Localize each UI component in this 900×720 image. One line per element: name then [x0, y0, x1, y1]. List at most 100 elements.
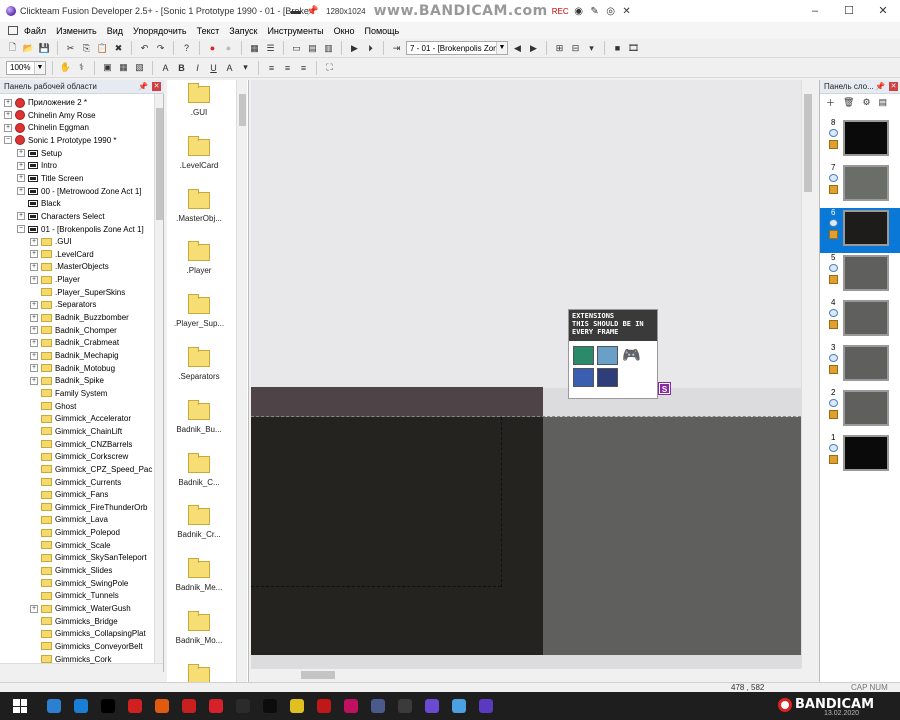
taskbar-app-icon[interactable] [229, 692, 256, 720]
open-icon[interactable]: 📂 [22, 42, 35, 55]
scroll-thumb[interactable] [156, 108, 163, 220]
layer-effects-icon[interactable]: ⚙ [862, 97, 870, 108]
film-icon[interactable]: 🎞 [627, 42, 640, 55]
text-color-icon[interactable]: A [223, 61, 236, 74]
close-recorder-icon[interactable]: ✕ [621, 6, 633, 17]
tree-item[interactable]: + .MasterObjects [30, 260, 109, 273]
layer-row[interactable]: 4 [820, 298, 900, 343]
object-folder-item[interactable]: Badnik_Cr... [171, 505, 227, 539]
tree-item[interactable]: + Приложение 2 * [4, 96, 87, 109]
collapse-icon[interactable]: − [4, 136, 12, 145]
controller-icon[interactable] [597, 368, 618, 387]
grid-icon[interactable]: ⊟ [569, 42, 582, 55]
grid-toggle-icon[interactable]: ▦ [117, 61, 130, 74]
tree-item[interactable]: + Badnik_Spike [30, 374, 104, 387]
workspace-tree[interactable]: + Приложение 2 * + Chinelin Amy Rose + Chinel… [0, 94, 164, 672]
tree-item[interactable]: + .GUI [30, 235, 71, 248]
zoom-options-icon[interactable]: ▾ [585, 42, 598, 55]
visibility-eye-icon[interactable] [829, 174, 838, 182]
tree-item[interactable]: + Characters Select [17, 210, 105, 223]
expand-icon[interactable]: + [30, 364, 38, 373]
menu-file[interactable]: Файл [24, 26, 46, 36]
layer-toggle-icon[interactable]: ▧ [133, 61, 146, 74]
taskbar-app-icon[interactable] [175, 692, 202, 720]
frame-selector[interactable]: 7 - 01 - [Brokenpolis Zon ▼ [406, 41, 508, 55]
snap-icon[interactable]: ▣ [101, 61, 114, 74]
lock-icon[interactable] [829, 140, 838, 149]
expand-icon[interactable]: + [17, 161, 25, 170]
layer-properties-icon[interactable]: ▤ [879, 97, 888, 108]
run-app-icon[interactable]: ⏵ [364, 42, 377, 55]
tree-item[interactable]: + Gimmick_WaterGush [30, 602, 131, 615]
layer-row[interactable]: 8 [820, 118, 900, 163]
taskbar-app-icon[interactable] [472, 692, 499, 720]
gamepad-icon[interactable]: 🎮 [621, 346, 642, 365]
object-folder-item[interactable]: .Player_Sup... [171, 294, 227, 328]
lock-icon[interactable] [829, 185, 838, 194]
lock-icon[interactable] [829, 230, 838, 239]
menu-edit[interactable]: Изменить [56, 26, 97, 36]
rec-label[interactable]: REC [552, 7, 569, 16]
add-layer-icon[interactable]: ＋ [826, 96, 835, 109]
taskbar-app-icon[interactable] [418, 692, 445, 720]
object-folder-item[interactable]: .Player [171, 241, 227, 275]
expand-icon[interactable]: + [30, 338, 38, 347]
expand-icon[interactable]: + [30, 376, 38, 385]
tree-item[interactable]: + Title Screen [17, 172, 83, 185]
tree-item[interactable]: Gimmick_Lava [30, 513, 108, 526]
paste-icon[interactable]: 📋 [96, 42, 109, 55]
menu-view[interactable]: Вид [107, 26, 123, 36]
tree-item[interactable]: + Badnik_Motobug [30, 362, 115, 375]
expand-icon[interactable]: + [30, 250, 38, 259]
tree-item[interactable]: + .Player [30, 273, 80, 286]
expand-icon[interactable]: + [4, 98, 12, 107]
object-folder-item[interactable]: Badnik_Me... [171, 558, 227, 592]
data-elements-icon[interactable]: ▥ [322, 42, 335, 55]
scroll-thumb[interactable] [804, 94, 812, 192]
expand-icon[interactable]: + [30, 351, 38, 360]
expand-icon[interactable]: + [4, 123, 12, 132]
italic-icon[interactable]: I [191, 61, 204, 74]
align-icon[interactable]: ⊞ [553, 42, 566, 55]
expand-icon[interactable]: + [4, 111, 12, 120]
underline-icon[interactable]: U [207, 61, 220, 74]
visibility-eye-icon[interactable] [829, 354, 838, 362]
lock-icon[interactable] [829, 275, 838, 284]
pin-icon[interactable]: 📌 [138, 82, 148, 91]
fill-icon[interactable]: ■ [611, 42, 624, 55]
tree-item[interactable]: Gimmick_Accelerator [30, 412, 131, 425]
expand-icon[interactable]: + [17, 212, 25, 221]
pencil-icon[interactable]: ✎ [589, 6, 601, 17]
text-color-dropdown-icon[interactable]: ▾ [239, 61, 252, 74]
layer-row[interactable]: 2 [820, 388, 900, 433]
redo-icon[interactable]: ↷ [154, 42, 167, 55]
goto-frame-icon[interactable]: ⇥ [390, 42, 403, 55]
object-folder-item[interactable]: .GUI [171, 83, 227, 117]
eye-icon[interactable]: ◎ [605, 6, 617, 17]
tree-item[interactable]: Ghost [30, 400, 76, 413]
zoom-select[interactable]: 100% ▼ [6, 60, 46, 75]
taskbar-app-icon[interactable] [445, 692, 472, 720]
fit-frame-icon[interactable]: ⛶ [323, 61, 336, 74]
pin-icon[interactable]: 📌 [875, 82, 885, 91]
visibility-eye-icon[interactable] [829, 219, 838, 227]
lock-icon[interactable] [829, 365, 838, 374]
tree-item[interactable]: Gimmick_Scale [30, 539, 111, 552]
record-icon[interactable]: ● [222, 42, 235, 55]
cut-icon[interactable]: ✂ [64, 42, 77, 55]
align-right-icon[interactable]: ≡ [297, 61, 310, 74]
taskbar-app-icon[interactable] [94, 692, 121, 720]
hand-tool-icon[interactable]: ✋ [59, 61, 72, 74]
tree-item[interactable]: + .LevelCard [30, 248, 94, 261]
tree-item[interactable]: + Badnik_Buzzbomber [30, 311, 129, 324]
tree-item[interactable]: Gimmicks_Bridge [30, 615, 118, 628]
align-left-icon[interactable]: ≡ [265, 61, 278, 74]
object-list-scrollbar[interactable] [236, 80, 247, 682]
tree-item[interactable]: − Sonic 1 Prototype 1990 * [4, 134, 117, 147]
tree-item[interactable]: Gimmick_Slides [30, 564, 112, 577]
run-frame-icon[interactable]: ▶ [348, 42, 361, 55]
object-folder-item[interactable]: .Separators [171, 347, 227, 381]
tree-item[interactable]: +00 - [Metrowood Zone Act 1] [17, 185, 142, 198]
document-icon[interactable] [8, 26, 18, 35]
taskbar-app-icon[interactable] [337, 692, 364, 720]
